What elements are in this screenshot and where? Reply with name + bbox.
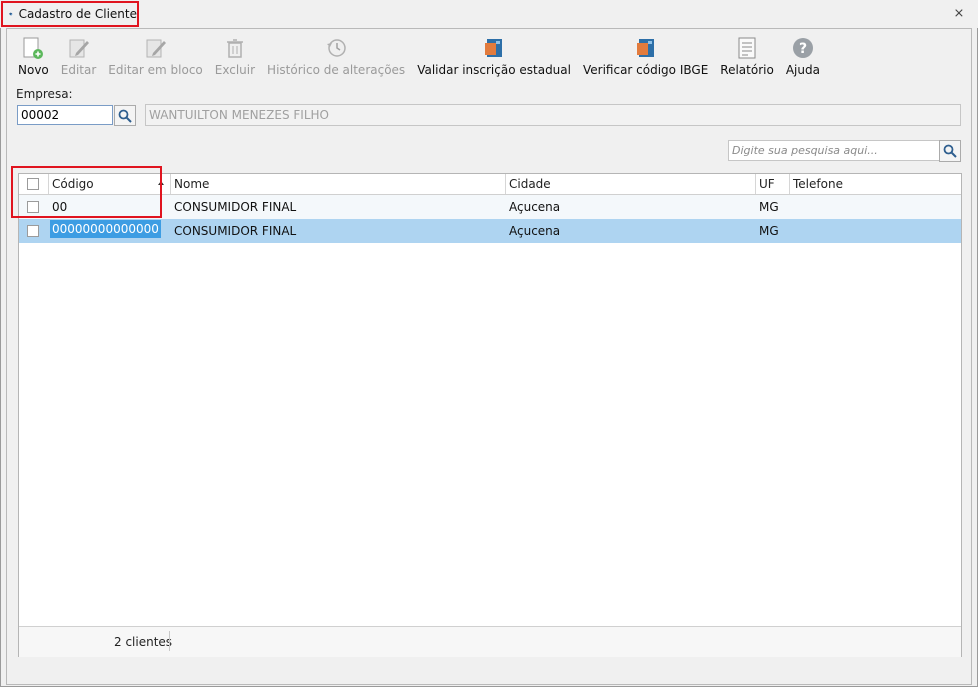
- edit-block-button-label: Editar em bloco: [108, 63, 203, 77]
- empresa-label: Empresa:: [16, 87, 73, 101]
- edit-block-button[interactable]: Editar em bloco: [102, 33, 208, 77]
- footer-divider: [169, 631, 170, 651]
- row-codigo-cell[interactable]: 00000000000000: [49, 219, 162, 243]
- search-icon: [118, 109, 132, 123]
- window-title-tab[interactable]: Cadastro de Cliente: [1, 1, 139, 27]
- row-uf: MG: [759, 224, 779, 238]
- new-button-label: Novo: [18, 63, 49, 77]
- column-header-telefone[interactable]: Telefone: [790, 174, 961, 194]
- search-button[interactable]: [939, 140, 961, 162]
- record-count: 2 clientes: [114, 635, 173, 649]
- svg-text:?: ?: [799, 41, 807, 57]
- close-icon[interactable]: ⨯: [952, 7, 966, 21]
- report-button[interactable]: Relatório: [714, 33, 780, 77]
- column-header-uf[interactable]: UF: [756, 174, 790, 194]
- row-checkbox[interactable]: [27, 201, 39, 213]
- verify-ibge-button-label: Verificar código IBGE: [582, 63, 709, 77]
- table-row[interactable]: 00 CONSUMIDOR FINAL Açucena MG: [19, 195, 961, 219]
- new-document-icon: [20, 35, 46, 61]
- delete-button[interactable]: Excluir: [209, 33, 261, 77]
- empresa-search-button[interactable]: [114, 105, 136, 126]
- main-panel: Novo Editar Editar em bloco Excluir Hist…: [6, 28, 972, 685]
- table-row-selected[interactable]: 00000000000000 CONSUMIDOR FINAL Açucena …: [19, 219, 961, 243]
- column-header-cidade[interactable]: Cidade: [506, 174, 756, 194]
- row-codigo: 00: [52, 200, 68, 214]
- search-icon: [943, 144, 957, 158]
- select-all-checkbox[interactable]: [27, 178, 39, 190]
- help-icon: ?: [790, 35, 816, 61]
- column-header-nome-label: Nome: [174, 177, 210, 191]
- clients-grid: Código Nome Cidade UF Telefone 00 CONSUM…: [18, 173, 962, 657]
- delete-button-label: Excluir: [214, 63, 256, 77]
- row-cidade: Açucena: [509, 224, 561, 238]
- history-button[interactable]: Histórico de alterações: [261, 33, 411, 77]
- grid-footer: 2 clientes: [19, 626, 961, 657]
- row-checkbox[interactable]: [27, 225, 39, 237]
- column-header-cidade-label: Cidade: [509, 177, 551, 191]
- report-button-label: Relatório: [720, 63, 774, 77]
- row-telefone: [790, 195, 796, 219]
- row-codigo: 00000000000000: [50, 220, 161, 238]
- help-button-label: Ajuda: [785, 63, 820, 77]
- new-button[interactable]: Novo: [12, 33, 55, 77]
- trash-icon: [222, 35, 248, 61]
- title-bar: Cadastro de Cliente ⨯: [0, 0, 978, 28]
- verify-ibge-button[interactable]: Verificar código IBGE: [577, 33, 714, 77]
- empresa-code-field[interactable]: [17, 105, 113, 125]
- column-header-uf-label: UF: [759, 177, 775, 191]
- validate-ie-button-label: Validar inscrição estadual: [417, 63, 571, 77]
- row-cidade: Açucena: [509, 200, 561, 214]
- search-input[interactable]: Digite sua pesquisa aqui...: [728, 140, 940, 161]
- help-button[interactable]: ? Ajuda: [780, 33, 826, 77]
- window-title: Cadastro de Cliente: [18, 7, 137, 21]
- edit-button[interactable]: Editar: [55, 33, 103, 77]
- verify-card-icon: [633, 35, 659, 61]
- edit-block-icon: [143, 35, 169, 61]
- validate-card-icon: [481, 35, 507, 61]
- customer-app-icon: [9, 12, 13, 16]
- validate-ie-button[interactable]: Validar inscrição estadual: [411, 33, 577, 77]
- report-icon: [734, 35, 760, 61]
- column-header-nome[interactable]: Nome: [171, 174, 506, 194]
- row-telefone: [790, 219, 796, 243]
- row-nome: CONSUMIDOR FINAL: [174, 200, 297, 214]
- history-clock-icon: [323, 35, 349, 61]
- row-nome: CONSUMIDOR FINAL: [174, 224, 297, 238]
- sort-ascending-icon: [158, 181, 164, 185]
- empresa-name-field: WANTUILTON MENEZES FILHO: [145, 104, 961, 126]
- row-uf: MG: [759, 200, 779, 214]
- header-select-all[interactable]: [19, 174, 49, 194]
- column-header-codigo[interactable]: Código: [49, 174, 171, 194]
- column-header-codigo-label: Código: [52, 177, 94, 191]
- toolbar: Novo Editar Editar em bloco Excluir Hist…: [12, 33, 826, 77]
- column-header-telefone-label: Telefone: [793, 177, 843, 191]
- history-button-label: Histórico de alterações: [267, 63, 406, 77]
- edit-icon: [66, 35, 92, 61]
- grid-header: Código Nome Cidade UF Telefone: [19, 174, 961, 195]
- edit-button-label: Editar: [60, 63, 97, 77]
